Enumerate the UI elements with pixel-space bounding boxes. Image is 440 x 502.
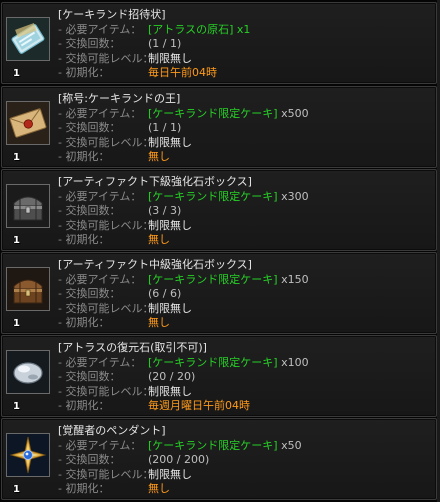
exchange-item[interactable]: 1 [アトラスの復元石(取引不可)] - 必要アイテム： [ケーキランド限定ケーキ… [1,335,437,417]
required-item-qty: x50 [281,438,302,452]
required-item-qty: x500 [281,106,309,120]
exchange-level-label: - 交換可能レベル： [58,218,154,232]
item-slot[interactable]: 1 [6,267,50,329]
reset-label: - 初期化： [58,482,110,495]
exchange-level-label: - 交換可能レベル： [58,51,154,65]
exchange-item[interactable]: 1 [ケーキランド招待状] - 必要アイテム： [アトラスの原石] x1 - 交換… [1,2,437,84]
reset-label: - 初期化： [58,150,110,163]
item-name: [称号:ケーキランドの王] [58,92,181,105]
exchange-count-label: - 交換回数： [58,370,121,383]
exchange-count-value: (6 / 6) [148,287,182,300]
item-name: [ケーキランド招待状] [58,8,166,21]
stone-icon [7,351,49,393]
item-slot[interactable]: 1 [6,184,50,246]
item-slot[interactable]: 1 [6,433,50,495]
reset-label: - 初期化： [58,233,110,246]
item-slot[interactable]: 1 [6,350,50,412]
item-name: [アトラスの復元石(取引不可)] [58,341,207,354]
item-slot[interactable]: 1 [6,17,50,79]
exchange-level-value: 制限無し [148,467,192,481]
item-name: [アーティファクト下級強化石ボックス] [58,175,252,188]
exchange-item[interactable]: 1 [アーティファクト下級強化石ボックス] - 必要アイテム： [ケーキランド限定… [1,169,437,251]
required-item-name: [ケーキランド限定ケーキ] [148,106,278,120]
exchange-count-label: - 交換回数： [58,287,121,300]
reset-value: 無し [148,482,170,495]
required-item-label: - 必要アイテム： [58,355,142,369]
exchange-count-value: (20 / 20) [148,370,196,383]
exchange-level-value: 制限無し [148,301,192,315]
required-item-name: [ケーキランド限定ケーキ] [148,189,278,203]
star-pendant-icon [7,434,49,476]
exchange-level-value: 制限無し [148,51,192,65]
required-item-qty: x150 [281,272,309,286]
exchange-item[interactable]: 1 [アーティファクト中級強化石ボックス] - 必要アイテム： [ケーキランド限定… [1,252,437,334]
exchange-level-label: - 交換可能レベル： [58,384,154,398]
item-quantity: 1 [13,318,20,329]
exchange-count-value: (200 / 200) [148,453,210,466]
reset-value: 毎日午前04時 [148,66,217,79]
exchange-level-value: 制限無し [148,135,192,149]
reset-value: 毎週月曜日午前04時 [148,399,250,412]
reset-value: 無し [148,150,170,163]
item-name: [アーティファクト中級強化石ボックス] [58,258,252,271]
item-quantity: 1 [13,484,20,495]
exchange-count-label: - 交換回数： [58,204,121,217]
reset-label: - 初期化： [58,399,110,412]
reset-value: 無し [148,233,170,246]
exchange-count-value: (1 / 1) [148,121,182,134]
exchange-level-value: 制限無し [148,384,192,398]
item-quantity: 1 [13,401,20,412]
exchange-level-label: - 交換可能レベル： [58,467,154,481]
required-item-qty: x100 [281,355,309,369]
exchange-count-label: - 交換回数： [58,121,121,134]
treasure-chest-icon [7,185,49,227]
reset-value: 無し [148,316,170,329]
reset-label: - 初期化： [58,316,110,329]
exchange-level-value: 制限無し [148,218,192,232]
required-item-name: [ケーキランド限定ケーキ] [148,438,278,452]
exchange-item-list: 1 [ケーキランド招待状] - 必要アイテム： [アトラスの原石] x1 - 交換… [0,0,440,502]
required-item-qty: x300 [281,189,309,203]
exchange-count-label: - 交換回数： [58,37,121,50]
required-item-label: - 必要アイテム： [58,189,142,203]
required-item-label: - 必要アイテム： [58,438,142,452]
required-item-qty: x1 [236,22,251,36]
item-quantity: 1 [13,68,20,79]
required-item-label: - 必要アイテム： [58,272,142,286]
sealed-letter-icon [7,102,49,144]
required-item-label: - 必要アイテム： [58,22,142,36]
treasure-chest-icon [7,268,49,310]
required-item-name: [ケーキランド限定ケーキ] [148,272,278,286]
exchange-level-label: - 交換可能レベル： [58,135,154,149]
exchange-item[interactable]: 1 [覚醒者のペンダント] - 必要アイテム： [ケーキランド限定ケーキ] x50… [1,418,437,500]
exchange-level-label: - 交換可能レベル： [58,301,154,315]
exchange-count-value: (3 / 3) [148,204,182,217]
exchange-count-value: (1 / 1) [148,37,182,50]
reset-label: - 初期化： [58,66,110,79]
required-item-label: - 必要アイテム： [58,106,142,120]
item-quantity: 1 [13,152,20,163]
required-item-name: [アトラスの原石] [148,22,234,36]
exchange-item[interactable]: 1 [称号:ケーキランドの王] - 必要アイテム： [ケーキランド限定ケーキ] x… [1,86,437,168]
ticket-icon [7,18,49,60]
required-item-name: [ケーキランド限定ケーキ] [148,355,278,369]
exchange-count-label: - 交換回数： [58,453,121,466]
item-name: [覚醒者のペンダント] [58,424,166,437]
item-slot[interactable]: 1 [6,101,50,163]
item-quantity: 1 [13,235,20,246]
